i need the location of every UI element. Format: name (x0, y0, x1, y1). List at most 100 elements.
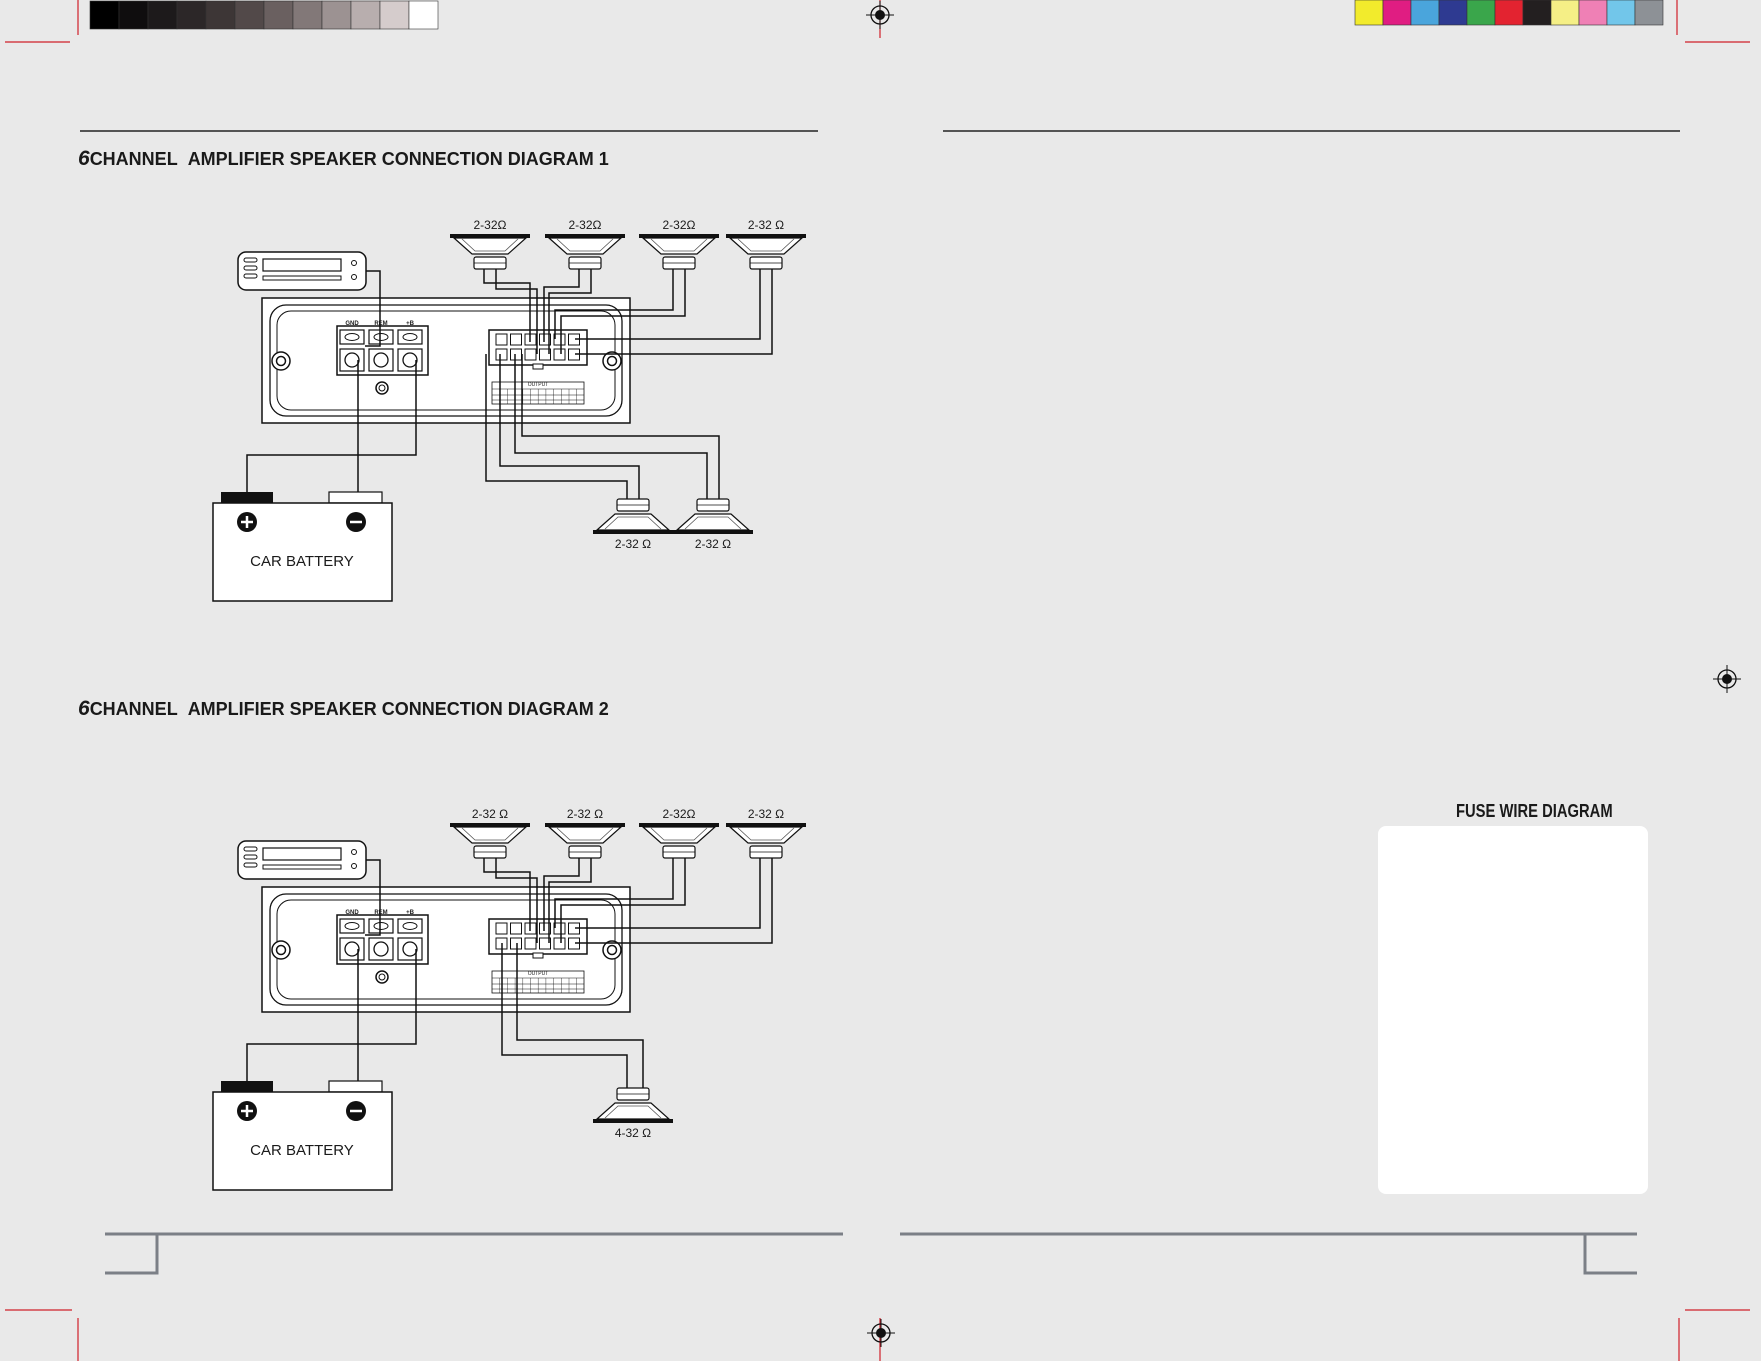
output-label: OUTPUT (528, 971, 549, 977)
speaker-impedance-label: 4-32 Ω (615, 1126, 651, 1140)
page: GND REM +B OUTPUT CAR BATTERY 2-32Ω 2-32Ω 2-32Ω… (0, 0, 1761, 1361)
color-swatch (234, 0, 265, 30)
speaker-cone (547, 826, 623, 844)
car-battery-icon: CAR BATTERY (212, 491, 393, 602)
terminal-socket (402, 352, 418, 368)
battery-negative-post (328, 491, 383, 504)
terminal-socket (402, 941, 418, 957)
color-swatch (147, 0, 178, 30)
connector-latch (532, 363, 544, 370)
speaker-impedance-label: 2-32 Ω (472, 807, 508, 821)
head-unit-knob (351, 863, 357, 869)
connector-pin (510, 348, 522, 361)
cmyk-color-bar (1354, 0, 1664, 26)
title-text: AMPLIFIER SPEAKER CONNECTION DIAGRAM 2 (187, 699, 609, 719)
color-swatch (118, 0, 149, 30)
title-channel: CHANNEL (89, 149, 178, 169)
connector-pin (495, 333, 508, 346)
head-unit-button (243, 257, 258, 263)
color-swatch (379, 0, 410, 30)
color-swatch (1382, 0, 1412, 26)
head-unit-display (262, 258, 342, 272)
speaker-impedance-label: 2-32Ω (569, 218, 602, 232)
speaker-cone (452, 826, 528, 844)
speaker-icon (673, 498, 753, 534)
speaker-icon (545, 823, 625, 859)
led-indicator-inner (378, 384, 386, 392)
color-swatch (205, 0, 236, 30)
terminal-screw (373, 333, 389, 341)
speaker-icon (639, 823, 719, 859)
connector-pin (495, 348, 508, 361)
terminal-socket (344, 352, 360, 368)
output-label: OUTPUT (528, 382, 549, 388)
footer-rule-left (105, 1232, 843, 1275)
mount-hole-inner (275, 355, 287, 367)
connector-pin (510, 333, 522, 346)
battery-label: CAR BATTERY (250, 1142, 354, 1159)
led-indicator-inner (378, 973, 386, 981)
registration-mark-icon (867, 1319, 895, 1347)
grayscale-color-bar (89, 0, 439, 30)
color-swatch (1578, 0, 1608, 26)
footer-rule-right (900, 1232, 1637, 1275)
connection-diagram-1: GND REM +B OUTPUT CAR BATTERY 2-32Ω 2-32Ω 2-32Ω… (212, 218, 806, 602)
terminal-screw (344, 922, 360, 930)
speaker-icon (450, 823, 530, 859)
fuse-diagram-panel (1378, 826, 1648, 1194)
car-battery-icon: CAR BATTERY (212, 1080, 393, 1191)
diagram-1-title: 6CHANNEL AMPLIFIER SPEAKER CONNECTION DIA… (78, 147, 609, 171)
fuse-diagram-title: FUSE WIRE DIAGRAM (1456, 801, 1613, 821)
head-unit-button (243, 862, 258, 868)
mount-hole-inner (275, 944, 287, 956)
head-unit-button (243, 854, 258, 860)
head-unit-icon (237, 840, 367, 880)
connector-pin (510, 937, 522, 950)
terminal-label: GND (345, 321, 359, 327)
battery-positive-post (221, 1081, 273, 1092)
head-unit-knob (351, 849, 357, 855)
color-swatch (89, 0, 120, 30)
speaker-impedance-label: 2-32 Ω (748, 218, 784, 232)
speaker-icon (639, 234, 719, 270)
head-unit-display (262, 847, 342, 861)
registration-mark-icon (1713, 665, 1741, 693)
color-swatch (263, 0, 294, 30)
speaker-impedance-label: 2-32Ω (663, 218, 696, 232)
color-swatch (321, 0, 352, 30)
mount-hole-inner (606, 355, 618, 367)
terminal-socket (373, 352, 389, 368)
head-unit-button (243, 846, 258, 852)
title-number: 6 (78, 697, 90, 720)
terminal-label: +B (406, 321, 415, 327)
title-number: 6 (78, 147, 90, 170)
connector-pin (495, 922, 508, 935)
title-text: AMPLIFIER SPEAKER CONNECTION DIAGRAM 1 (187, 149, 609, 169)
connector-pin (524, 348, 537, 361)
color-swatch (176, 0, 207, 30)
speaker-icon (593, 498, 673, 534)
speaker-icon (593, 1087, 673, 1123)
battery-negative-post (328, 1080, 383, 1093)
diagram-2-title: 6CHANNEL AMPLIFIER SPEAKER CONNECTION DIA… (78, 697, 609, 721)
battery-positive-post (221, 492, 273, 503)
speaker-cone (595, 1102, 671, 1120)
speaker-icon (545, 234, 625, 270)
speaker-cone (675, 513, 751, 531)
speaker-icon (726, 823, 806, 859)
connector-pin (553, 937, 566, 950)
speaker-cone (641, 826, 717, 844)
head-unit-icon (237, 251, 367, 291)
speaker-cone (728, 237, 804, 255)
speaker-icon (450, 234, 530, 270)
speaker-impedance-label: 2-32 Ω (615, 537, 651, 551)
speaker-cone (728, 826, 804, 844)
color-swatch (1606, 0, 1636, 26)
head-unit-button (243, 273, 258, 279)
mount-hole-inner (606, 944, 618, 956)
color-swatch (1466, 0, 1496, 26)
speaker-impedance-label: 2-32Ω (663, 807, 696, 821)
diagram-body: GND REM +B OUTPUT CAR BATTERY 2-32 Ω 2-32 Ω 2-3… (212, 807, 806, 1191)
terminal-socket (344, 941, 360, 957)
speaker-impedance-label: 2-32 Ω (567, 807, 603, 821)
